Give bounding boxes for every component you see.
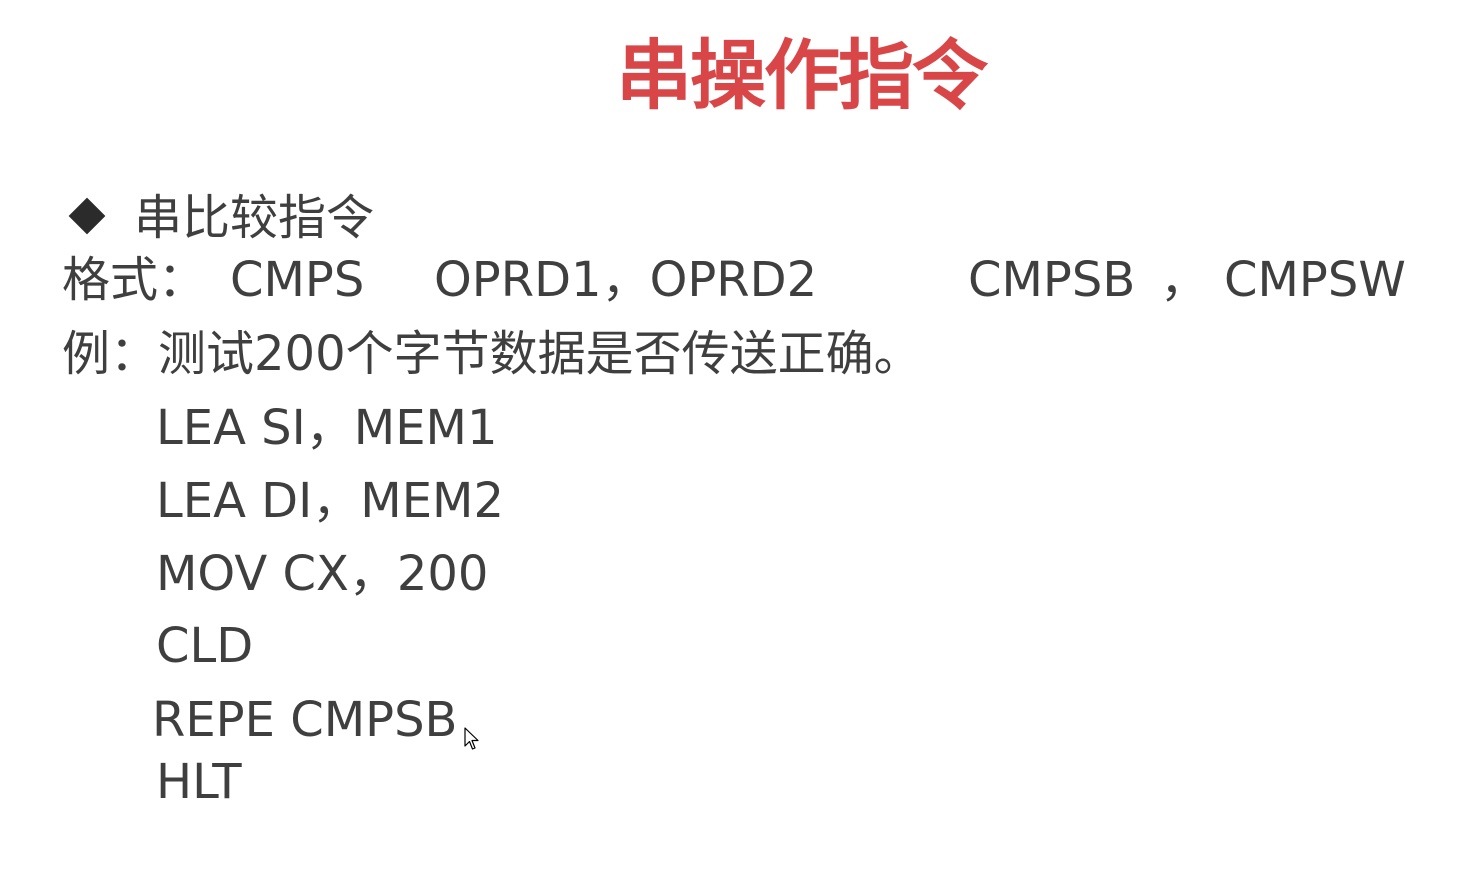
format-operands: OPRD1，OPRD2 <box>434 252 818 308</box>
slide-title: 串操作指令 <box>616 31 988 120</box>
diamond-bullet-icon <box>68 198 106 235</box>
code-line: LEA DI，MEM2 <box>156 473 504 529</box>
format-variant-word: CMPSW <box>1224 252 1406 308</box>
code-line: MOV CX，200 <box>156 546 489 602</box>
format-variant-byte: CMPSB <box>968 252 1136 308</box>
mouse-cursor-icon <box>464 727 479 750</box>
bullet-heading-label: 串比较指令 <box>134 190 375 246</box>
code-line: REPE CMPSB <box>152 692 458 748</box>
slide: 串操作指令 串比较指令 格式： CMPS OPRD1，OPRD2 CMPSB ，… <box>0 0 1463 880</box>
format-separator: ， <box>1160 252 1209 308</box>
format-instruction: CMPS <box>230 252 365 308</box>
code-line: CLD <box>156 618 254 674</box>
format-label: 格式： <box>62 252 207 308</box>
code-line: HLT <box>156 754 242 810</box>
bullet-heading: 串比较指令 <box>66 192 374 245</box>
example-line: 例：测试200个字节数据是否传送正确。 <box>62 326 922 382</box>
code-line: LEA SI，MEM1 <box>156 400 498 456</box>
